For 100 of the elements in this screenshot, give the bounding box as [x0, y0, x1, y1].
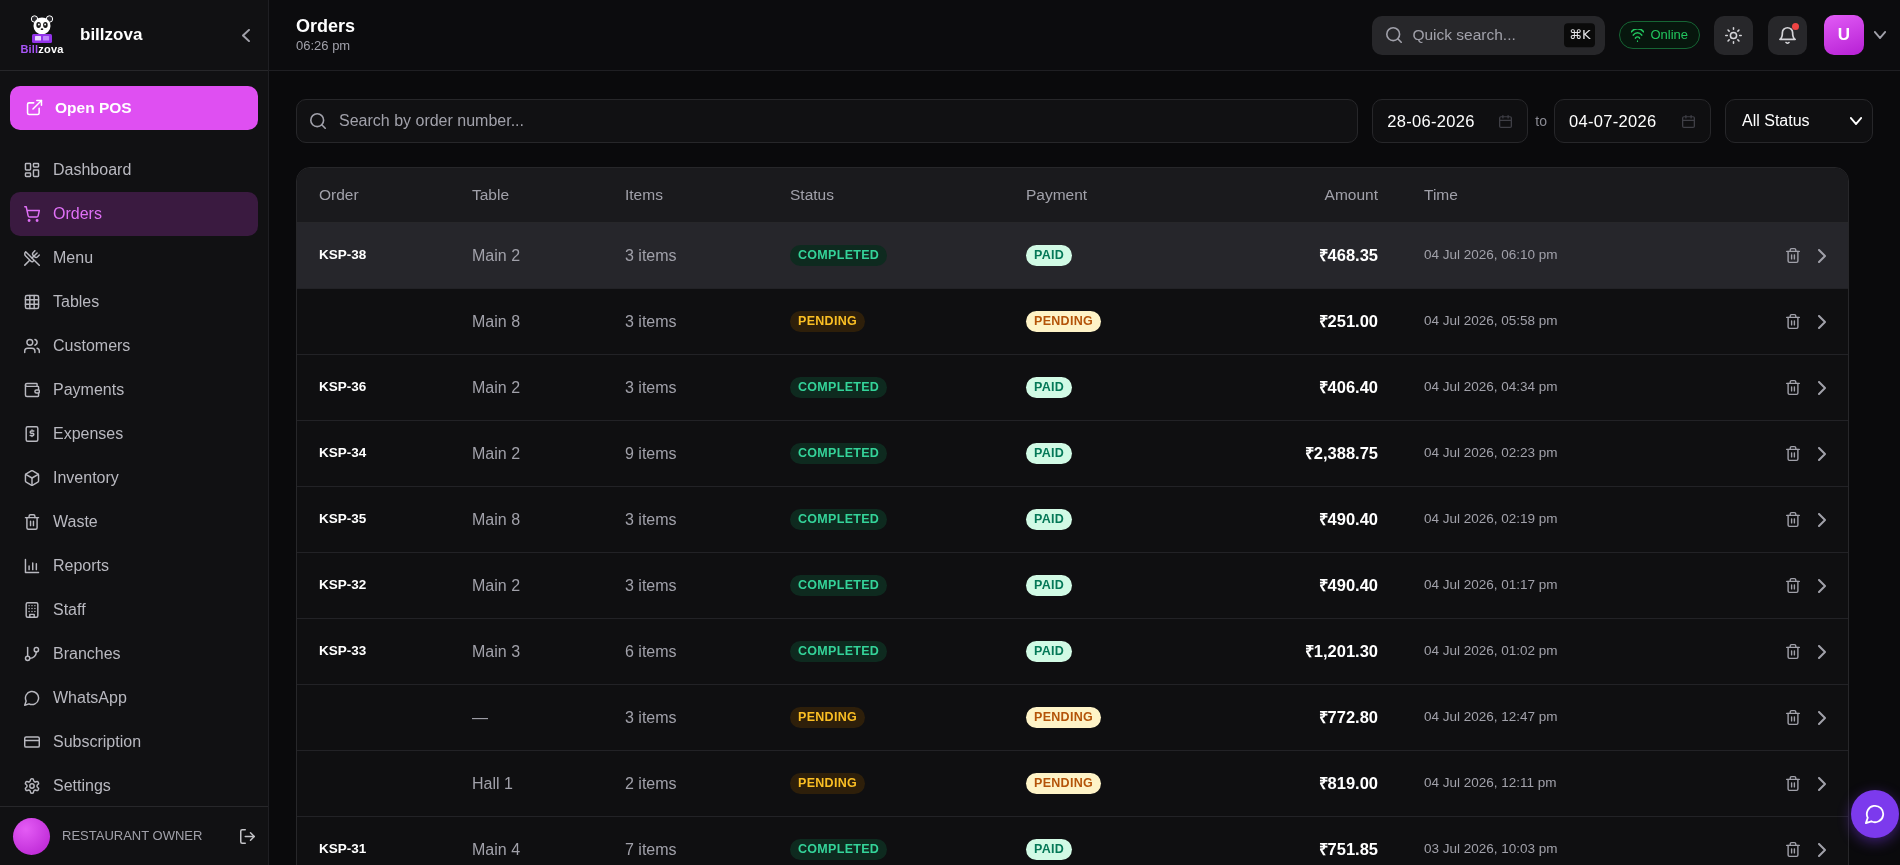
chevron-right-icon[interactable]: [1818, 842, 1826, 857]
chevron-right-icon[interactable]: [1818, 578, 1826, 593]
column-header: Items: [625, 185, 663, 206]
table-name: Main 2: [472, 377, 521, 398]
user-avatar[interactable]: U: [1824, 15, 1864, 55]
table-name: Main 8: [472, 311, 521, 332]
order-number: KSP-33: [319, 642, 367, 661]
external-link-icon: [26, 99, 43, 117]
order-time: 03 Jul 2026, 10:03 pm: [1424, 840, 1558, 859]
order-amount: ₹751.85: [1318, 839, 1378, 861]
sidebar-nav-item[interactable]: Subscription: [10, 719, 258, 764]
sidebar-nav-item[interactable]: Expenses: [10, 411, 258, 456]
trash-icon[interactable]: [1786, 314, 1800, 329]
sidebar-nav-item[interactable]: Settings: [10, 763, 258, 806]
chevron-right-icon[interactable]: [1818, 512, 1826, 527]
status-badge: COMPLETED: [790, 838, 888, 861]
trash-icon[interactable]: [1786, 842, 1800, 857]
table-name: Main 2: [472, 575, 521, 596]
order-time: 04 Jul 2026, 02:23 pm: [1424, 444, 1558, 463]
trash-icon[interactable]: [1786, 512, 1800, 527]
chevron-right-icon[interactable]: [1818, 248, 1826, 263]
sidebar-nav-item[interactable]: Menu: [10, 235, 258, 280]
table-name: Main 3: [472, 641, 521, 662]
dashboard-grid-icon: [24, 161, 40, 178]
gear-icon: [24, 777, 40, 794]
sidebar-nav-item[interactable]: Orders: [10, 191, 258, 236]
logout-icon[interactable]: [240, 828, 255, 844]
trash-icon[interactable]: [1786, 776, 1800, 791]
chevron-right-icon[interactable]: [1818, 380, 1826, 395]
trash-icon[interactable]: [1786, 446, 1800, 461]
building-icon: [24, 601, 40, 618]
branch-icon: [24, 645, 40, 662]
sidebar-nav-item[interactable]: Payments: [10, 367, 258, 412]
item-count: 3 items: [625, 575, 677, 596]
wifi-icon: [1631, 28, 1645, 42]
order-amount: ₹2,388.75: [1304, 443, 1378, 465]
notifications-button[interactable]: [1768, 15, 1807, 55]
item-count: 9 items: [625, 443, 677, 464]
trash-icon[interactable]: [1786, 644, 1800, 659]
chevron-down-icon: [1850, 117, 1862, 125]
date-to-field[interactable]: 04-07-2026: [1554, 99, 1711, 143]
chevron-right-icon[interactable]: [1818, 446, 1826, 461]
status-badge: PENDING: [790, 772, 866, 795]
column-header: Order: [319, 185, 359, 206]
payment-badge: PENDING: [1026, 772, 1102, 795]
calendar-icon: [1499, 114, 1513, 128]
brand-name: billzova: [80, 24, 144, 47]
shortcut-key: ⌘K: [1563, 23, 1596, 47]
sidebar-nav-item[interactable]: Branches: [10, 631, 258, 676]
sidebar-nav-item[interactable]: Waste: [10, 499, 258, 544]
payment-badge: PAID: [1026, 640, 1073, 663]
trash-icon[interactable]: [1786, 578, 1800, 593]
utensils-icon: [24, 249, 40, 266]
sidebar-nav-item[interactable]: Tables: [10, 279, 258, 324]
box-icon: [24, 469, 40, 486]
order-time: 04 Jul 2026, 12:11 pm: [1424, 774, 1557, 793]
status-badge: PENDING: [790, 310, 866, 333]
sidebar-nav-item[interactable]: Dashboard: [10, 147, 258, 192]
order-amount: ₹406.40: [1318, 377, 1378, 399]
item-count: 6 items: [625, 641, 677, 662]
chat-button[interactable]: [1851, 790, 1899, 838]
payment-badge: PAID: [1026, 574, 1073, 597]
payment-badge: PAID: [1026, 244, 1073, 267]
table-name: Main 4: [472, 839, 521, 860]
chevron-down-icon[interactable]: [1874, 31, 1886, 39]
trash-icon[interactable]: [1786, 710, 1800, 725]
order-amount: ₹251.00: [1318, 311, 1378, 333]
item-count: 3 items: [625, 311, 677, 332]
chevron-right-icon[interactable]: [1818, 314, 1826, 329]
sidebar-nav-item[interactable]: WhatsApp: [10, 675, 258, 720]
sun-icon: [1725, 26, 1742, 44]
status-filter-dropdown[interactable]: All Status: [1725, 99, 1873, 143]
order-search-field[interactable]: Search by order number...: [296, 99, 1359, 143]
sidebar-nav-item[interactable]: Reports: [10, 543, 258, 588]
chevron-right-icon[interactable]: [1818, 644, 1826, 659]
sidebar-nav-item[interactable]: Customers: [10, 323, 258, 368]
order-time: 04 Jul 2026, 01:17 pm: [1424, 576, 1558, 595]
order-time: 04 Jul 2026, 06:10 pm: [1424, 246, 1558, 265]
status-badge: COMPLETED: [790, 244, 888, 267]
theme-toggle-button[interactable]: [1714, 15, 1753, 55]
item-count: 3 items: [625, 377, 677, 398]
sidebar-nav-item[interactable]: Inventory: [10, 455, 258, 500]
sidebar-nav-item[interactable]: Staff: [10, 587, 258, 632]
chevron-right-icon[interactable]: [1818, 776, 1826, 791]
grid-icon: [24, 293, 40, 310]
table-name: Hall 1: [472, 773, 513, 794]
trash-icon[interactable]: [1786, 248, 1800, 263]
order-amount: ₹772.80: [1318, 707, 1378, 729]
order-time: 04 Jul 2026, 05:58 pm: [1424, 312, 1558, 331]
date-from-field[interactable]: 28-06-2026: [1372, 99, 1529, 143]
table-name: Main 8: [472, 509, 521, 530]
payment-badge: PENDING: [1026, 310, 1102, 333]
chevron-left-icon[interactable]: [242, 28, 250, 42]
order-row[interactable]: KSP-38 Main 2 3 items COMPLETED PAID ₹468.35 04 Jul 2026, 06:10 pm: [297, 223, 1848, 289]
order-number: KSP-34: [319, 444, 367, 463]
trash-icon[interactable]: [1786, 380, 1800, 395]
calendar-icon: [1682, 114, 1695, 128]
chevron-right-icon[interactable]: [1818, 710, 1826, 725]
item-count: 2 items: [625, 773, 677, 794]
order-time: 04 Jul 2026, 12:47 pm: [1424, 708, 1558, 727]
